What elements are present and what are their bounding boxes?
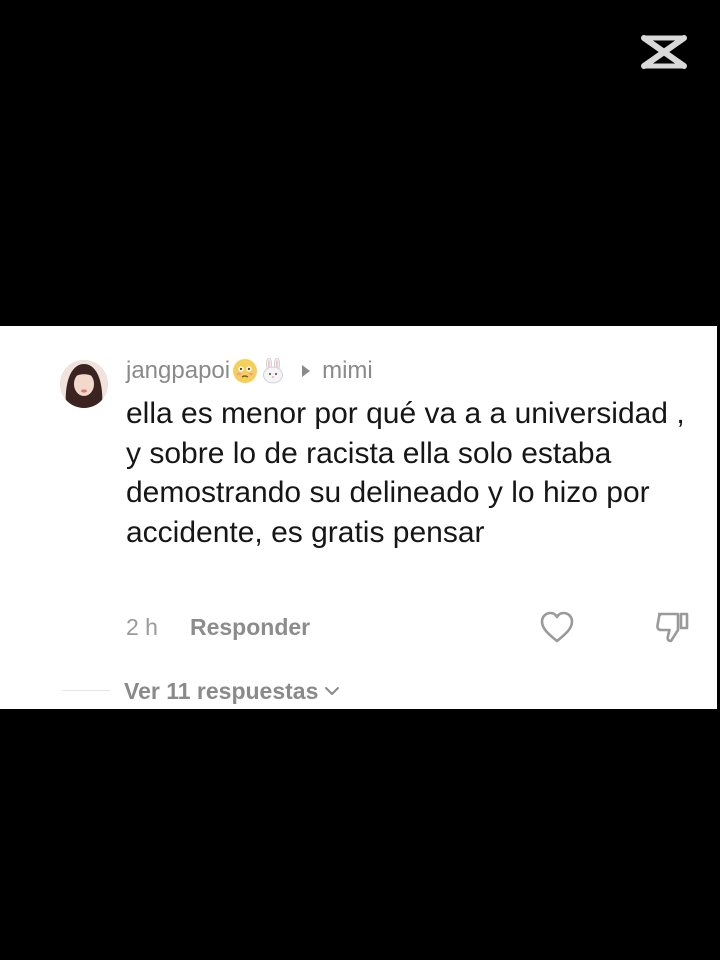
comment-card: jangpapoi mimi ella es menor por qué va … — [0, 326, 717, 709]
replies-divider — [62, 690, 110, 691]
comment-header: jangpapoi mimi — [126, 356, 373, 386]
rabbit-face-icon — [263, 358, 284, 384]
reply-to-arrow-icon — [302, 365, 311, 377]
capcut-logo-icon — [641, 35, 687, 69]
flushed-face-icon — [233, 359, 258, 383]
video-frame: jangpapoi mimi ella es menor por qué va … — [0, 0, 720, 960]
reply-to-username[interactable]: mimi — [322, 357, 373, 385]
username[interactable]: jangpapoi — [126, 357, 230, 385]
thumbs-down-outline-icon[interactable] — [654, 608, 690, 644]
avatar-image — [60, 360, 108, 408]
heart-outline-icon[interactable] — [539, 610, 575, 644]
comment-time: 2 h — [126, 613, 158, 640]
avatar[interactable] — [60, 360, 108, 408]
chevron-down-icon — [325, 687, 340, 695]
view-replies-label: Ver 11 respuestas — [124, 677, 319, 704]
reply-button[interactable]: Responder — [190, 614, 310, 641]
view-replies-button[interactable]: Ver 11 respuestas — [124, 676, 340, 706]
comment-text: ella es menor por qué va a a universidad… — [126, 397, 685, 549]
comment-meta: 2 h Responder — [126, 610, 310, 644]
